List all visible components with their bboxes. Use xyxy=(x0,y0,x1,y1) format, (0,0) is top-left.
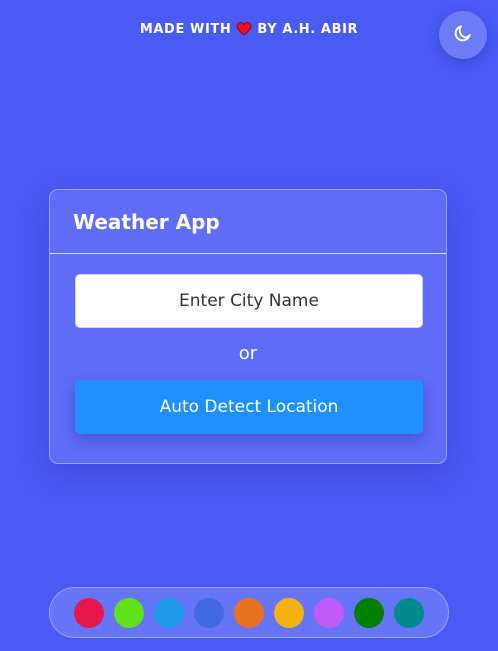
auto-detect-location-button[interactable]: Auto Detect Location xyxy=(75,380,423,434)
heart-icon xyxy=(236,21,252,37)
color-swatch-3[interactable] xyxy=(154,597,184,628)
app-title: Weather App xyxy=(73,209,220,234)
color-swatch-4[interactable] xyxy=(194,597,224,628)
credit-line: MADE WITH BY A.H. ABIR xyxy=(0,20,498,38)
color-swatch-1[interactable] xyxy=(74,597,104,628)
moon-icon xyxy=(453,23,473,47)
credit-prefix: MADE WITH xyxy=(139,21,232,37)
color-swatch-9[interactable] xyxy=(394,597,424,628)
weather-card: Weather App or Auto Detect Location xyxy=(49,189,447,464)
theme-toggle-button[interactable] xyxy=(439,11,487,59)
credit-suffix: BY A.H. ABIR xyxy=(257,21,359,37)
color-palette xyxy=(49,587,449,638)
color-swatch-5[interactable] xyxy=(234,597,264,628)
card-header: Weather App xyxy=(50,190,446,254)
color-swatch-8[interactable] xyxy=(354,597,384,628)
color-swatch-2[interactable] xyxy=(114,597,144,628)
color-swatch-6[interactable] xyxy=(274,597,304,628)
or-separator: or xyxy=(238,343,258,364)
color-swatch-7[interactable] xyxy=(314,597,344,628)
city-name-input[interactable] xyxy=(75,274,423,328)
